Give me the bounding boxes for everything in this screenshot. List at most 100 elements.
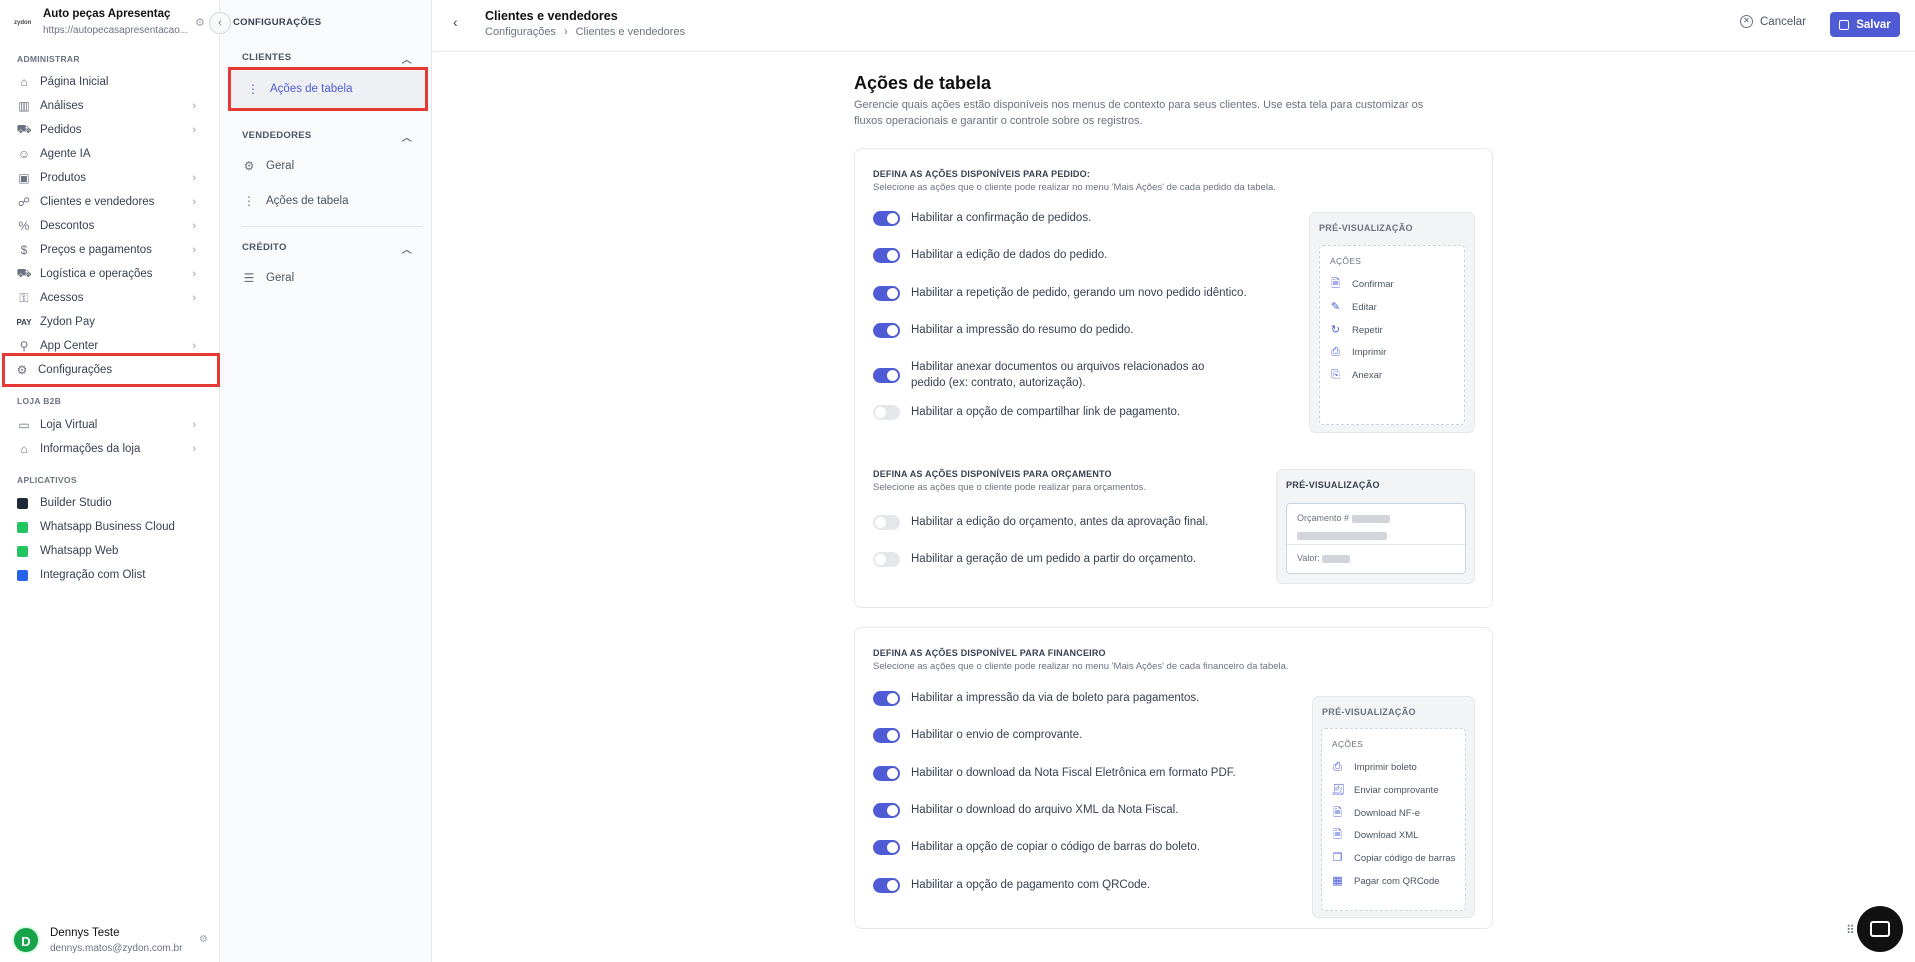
toggle-switch[interactable] [873,404,900,420]
placeholder-row [1297,527,1387,542]
divider [1287,544,1465,545]
option-row: Habilitar a opção de copiar o código de … [873,839,1293,855]
sidebar-item-virtual-store[interactable]: ▭ Loja Virtual › [7,414,213,436]
toggle-switch[interactable] [873,210,900,226]
sidebar-item-settings[interactable]: ⚙ Configurações [2,353,220,387]
breadcrumb: Configurações › Clientes e vendedores [485,26,685,38]
sidebar-item-label: Descontos [40,220,95,232]
subnav-item-vendedores-general[interactable]: ⚙ Geral [242,153,422,179]
sidebar-item-zydon-pay[interactable]: PAY Zydon Pay [7,311,213,333]
preview-label: PRÉ-VISUALIZAÇÃO [1319,223,1413,233]
preview-action-item: ⎘ Anexar [1329,369,1382,382]
file-xml-icon: 🗎 [1333,829,1342,841]
toggle-switch[interactable] [873,839,900,855]
save-button[interactable]: Salvar [1830,12,1900,37]
key-icon: ⚿ [19,290,29,305]
preview-action-label: Enviar comprovante [1354,785,1439,796]
sidebar-item-label: Clientes e vendedores [40,196,155,208]
cancel-button[interactable]: ✕ Cancelar [1740,15,1806,28]
financial-actions-preview: PRÉ-VISUALIZAÇÃO AÇÕES ⎙ Imprimir boleto … [1312,696,1475,918]
refresh-icon: ↻ [1330,324,1341,336]
preview-label: PRÉ-VISUALIZAÇÃO [1322,707,1416,717]
sidebar-item-products[interactable]: ▣ Produtos › [7,167,213,189]
truck-icon: ⛟ [16,266,32,280]
card-orders-quotes: DEFINA AS AÇÕES DISPONÍVEIS PARA PEDIDO:… [854,148,1493,608]
chevron-right-icon: › [192,100,196,112]
option-label: Habilitar a edição do orçamento, antes d… [911,516,1209,528]
sidebar-app-whatsapp-cloud[interactable]: Whatsapp Business Cloud [7,516,213,538]
user-email: dennys.matos@zydon.com.br [50,943,183,954]
group-vendedores[interactable]: VENDEDORES ︿ [242,130,412,144]
toggle-switch[interactable] [873,322,900,338]
group-credito[interactable]: CRÉDITO ︿ [242,242,412,256]
org-settings-icon[interactable]: ⚙ [195,16,205,29]
toggle-switch[interactable] [873,765,900,781]
chevron-right-icon: › [192,443,196,455]
preview-action-item: ✎ Editar [1329,301,1377,314]
chat-button[interactable] [1857,906,1903,952]
org-switcher[interactable]: zydon Auto peças Apresentaç https://auto… [14,8,205,42]
sidebar-item-label: Acessos [40,292,84,304]
toggle-switch[interactable] [873,877,900,893]
preview-actions-menu: AÇÕES ⎙ Imprimir boleto 🧾︎ Enviar comprova… [1321,728,1466,911]
back-arrow-icon[interactable]: ‹ [453,14,458,30]
subnav-item-vendedores-table-actions[interactable]: ⋮ Ações de tabela [242,188,422,214]
drag-handle-icon[interactable]: ⠿ [1846,923,1855,937]
section-heading: DEFINA AS AÇÕES DISPONÍVEIS PARA PEDIDO: [873,169,1091,179]
sidebar-item-home[interactable]: ⌂ Página Inicial [7,71,213,93]
chevron-right-icon: › [192,196,196,208]
subnav-item-credito-general[interactable]: ☰ Geral [242,265,422,291]
pay-icon: PAY [16,317,32,327]
toggle-switch[interactable] [873,367,900,383]
user-profile[interactable]: D Dennys Teste dennys.matos@zydon.com.br… [12,925,208,957]
option-row: Habilitar anexar documentos ou arquivos … [873,359,1233,391]
toggle-switch[interactable] [873,247,900,263]
sidebar-app-olist[interactable]: Integração com Olist [7,564,213,586]
bot-icon: ☺ [17,147,31,161]
window-icon: ▭ [18,418,30,432]
sidebar-item-access[interactable]: ⚿ Acessos › [7,287,213,309]
subnav-item-clientes-table-actions[interactable]: ⋮ Ações de tabela [246,76,426,102]
toggle-switch[interactable] [873,514,900,530]
toggle-switch[interactable] [873,802,900,818]
sidebar-item-ai-agent[interactable]: ☺ Agente IA [7,143,213,165]
section-subtitle: Selecione as ações que o cliente pode re… [873,482,1147,493]
breadcrumb-link[interactable]: Configurações [485,26,556,38]
sidebar-item-logistics[interactable]: ⛟ Logística e operações › [7,263,213,285]
quote-label-row: Orçamento # [1297,513,1390,523]
sidebar-item-prices-payments[interactable]: $ Preços e pagamentos › [7,239,213,261]
sidebar-item-store-info[interactable]: ⌂ Informações da loja › [7,438,213,460]
subnav-title: CONFIGURAÇÕES [233,17,322,28]
option-row: Habilitar o download da Nota Fiscal Elet… [873,765,1293,781]
toggle-switch[interactable] [873,727,900,743]
sidebar-app-builder-studio[interactable]: Builder Studio [7,492,213,514]
sidebar-item-analytics[interactable]: ▥ Análises › [7,95,213,117]
preview-action-label: Repetir [1352,325,1383,336]
group-clientes[interactable]: CLIENTES ︿ [242,52,412,66]
sidebar-item-app-center[interactable]: ⚲ App Center › [7,335,213,357]
dots-vertical-icon: ⋮ [243,194,255,208]
subnav-item-label: Ações de tabela [270,83,353,95]
sidebar-item-discounts[interactable]: % Descontos › [7,215,213,237]
quote-number-label: Orçamento # [1297,513,1350,523]
toggle-switch[interactable] [873,285,900,301]
collapse-sidebar-button[interactable]: ‹ [209,12,231,34]
header-title: Clientes e vendedores [485,9,618,23]
preview-action-item: 🧾︎ Enviar comprovante [1331,784,1438,797]
sidebar-item-orders[interactable]: ⛟ Pedidos › [7,119,213,141]
group-label: CLIENTES [242,52,292,63]
sidebar-item-label: Produtos [40,172,87,184]
box-icon: ▣ [18,171,30,185]
page-header: ‹ Clientes e vendedores Configurações › Cl… [433,0,1915,52]
option-label: Habilitar a opção de pagamento com QRCod… [911,879,1151,891]
user-settings-icon[interactable]: ⚙ [199,934,208,945]
toggle-switch[interactable] [873,551,900,567]
close-circle-icon: ✕ [1740,15,1753,28]
chevron-right-icon: › [192,419,196,431]
sidebar-item-clients-sellers[interactable]: ☍ Clientes e vendedores › [7,191,213,213]
option-row: Habilitar a opção de compartilhar link d… [873,404,1293,420]
toggle-switch[interactable] [873,690,900,706]
sidebar-app-whatsapp-web[interactable]: Whatsapp Web [7,540,213,562]
whatsapp-icon [17,521,28,533]
subnav-item-label: Geral [266,272,295,284]
